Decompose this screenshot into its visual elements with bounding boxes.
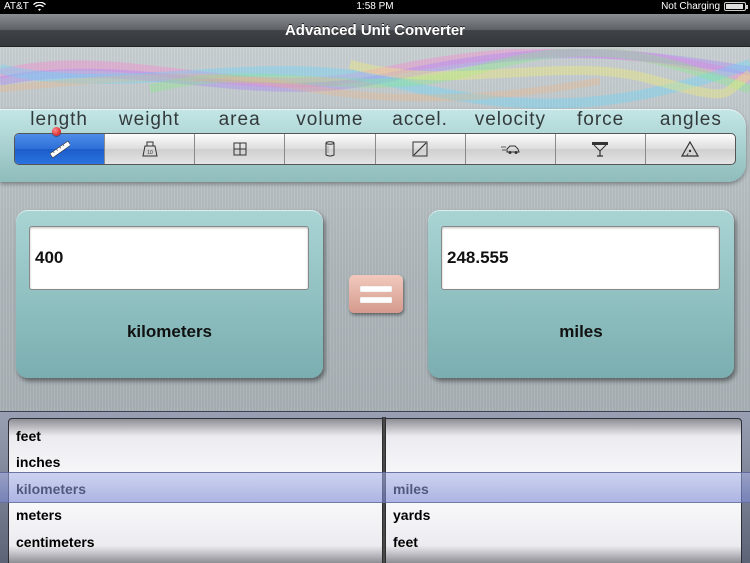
main-area: length weight area volume accel. velocit…	[0, 47, 750, 411]
weight-icon: 10	[142, 141, 158, 157]
wheel-item[interactable]: feet	[386, 529, 741, 555]
equals-sign-icon	[349, 275, 403, 313]
equals-bar-top	[360, 285, 392, 292]
car-speed-icon	[501, 145, 520, 154]
angle-triangle-icon	[681, 140, 700, 157]
battery-indicator: Not Charging	[661, 1, 748, 12]
wheel-item[interactable]: centimeters	[9, 529, 382, 555]
rainbow-decoration	[0, 49, 750, 109]
app-title: Advanced Unit Converter	[0, 14, 750, 47]
unit-picker: feet inches kilometers meters centimeter…	[0, 411, 750, 563]
battery-icon	[724, 2, 748, 11]
to-value-field[interactable]: 248.555	[441, 226, 720, 290]
category-panel: length weight area volume accel. velocit…	[0, 109, 746, 182]
wheel-item[interactable]: meters	[9, 502, 382, 528]
segment-weight[interactable]: 10	[104, 134, 194, 164]
category-label-area[interactable]: area	[195, 109, 285, 131]
segment-area[interactable]	[194, 134, 284, 164]
from-value-field[interactable]: 400	[29, 226, 309, 290]
selected-pin-icon	[52, 127, 61, 136]
wheel-item[interactable]: yards	[386, 502, 741, 528]
category-label-angles[interactable]: angles	[646, 109, 736, 131]
category-label-force[interactable]: force	[556, 109, 646, 131]
segment-force[interactable]	[554, 134, 645, 164]
equals-bar-bottom	[360, 296, 392, 303]
category-segmented-control: 10	[14, 133, 736, 165]
category-label-weight[interactable]: weight	[104, 109, 194, 131]
category-label-volume[interactable]: volume	[285, 109, 375, 131]
segment-volume[interactable]	[284, 134, 374, 164]
segment-length[interactable]	[15, 134, 105, 164]
category-labels: length weight area volume accel. velocit…	[14, 109, 736, 131]
svg-text:10: 10	[147, 150, 153, 156]
ruler-icon	[49, 140, 70, 158]
from-unit-label: kilometers	[126, 322, 213, 341]
segment-angles[interactable]	[644, 134, 735, 164]
segment-velocity[interactable]	[464, 134, 555, 164]
area-grid-icon	[233, 142, 247, 156]
accel-slope-icon	[412, 141, 428, 157]
wheel-item-selected[interactable]: kilometers	[9, 476, 382, 502]
charging-status: Not Charging	[661, 1, 720, 12]
wheel-item[interactable]	[386, 449, 741, 475]
cylinder-icon	[325, 141, 335, 157]
status-time: 1:58 PM	[356, 1, 394, 12]
category-label-velocity[interactable]: velocity	[465, 109, 555, 131]
category-label-accel[interactable]: accel.	[375, 109, 465, 131]
picker-divider	[382, 417, 386, 563]
wheel-item[interactable]: inches	[9, 449, 382, 475]
to-unit-panel: 248.555 miles	[428, 210, 734, 378]
wheel-item[interactable]: feet	[9, 423, 382, 449]
from-unit-panel: 400 kilometers	[16, 210, 323, 378]
segment-accel[interactable]	[374, 134, 465, 164]
status-bar: AT&T 1:58 PM Not Charging	[0, 0, 750, 14]
battery-fill	[726, 4, 743, 9]
from-unit-wheel[interactable]: feet inches kilometers meters centimeter…	[8, 418, 383, 563]
to-unit-wheel[interactable]: miles yards feet	[385, 418, 742, 563]
force-press-icon	[592, 142, 609, 157]
wheel-item-selected[interactable]: miles	[386, 476, 741, 502]
to-unit-label: miles	[559, 322, 603, 341]
wheel-item[interactable]	[386, 423, 741, 449]
